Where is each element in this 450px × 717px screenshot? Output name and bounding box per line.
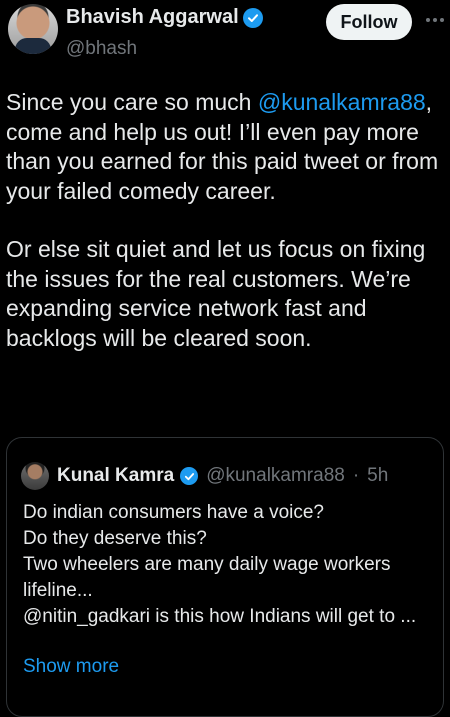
quoted-line: Do they deserve this? xyxy=(23,528,207,549)
quoted-tweet-header: Kunal Kamra @kunalkamra88 · 5h xyxy=(21,462,388,490)
more-options-icon[interactable] xyxy=(426,10,448,30)
tweet-text-segment: Since you care so much xyxy=(6,89,258,115)
tweet-paragraph-1: Since you care so much @kunalkamra88, co… xyxy=(6,88,446,206)
quoted-author-name[interactable]: Kunal Kamra xyxy=(57,465,174,487)
quoted-tweet-text: Do indian consumers have a voice? Do the… xyxy=(23,500,433,630)
tweet-header: Bhavish Aggarwal @bhash Follow xyxy=(0,0,450,80)
quoted-line: @nitin_gadkari is this how Indians will … xyxy=(23,606,417,627)
quoted-tweet-card[interactable]: Kunal Kamra @kunalkamra88 · 5h Do indian… xyxy=(6,437,444,717)
author-avatar[interactable] xyxy=(8,4,58,54)
verified-badge-icon xyxy=(180,467,199,485)
show-more-link[interactable]: Show more xyxy=(23,656,119,678)
quoted-author-avatar[interactable] xyxy=(21,462,49,490)
author-name-row: Bhavish Aggarwal xyxy=(66,6,263,29)
author-name[interactable]: Bhavish Aggarwal xyxy=(66,6,239,29)
tweet-paragraph-2: Or else sit quiet and let us focus on fi… xyxy=(6,236,426,351)
quoted-line: Two wheelers are many daily wage workers xyxy=(23,554,391,575)
mention-link[interactable]: @kunalkamra88 xyxy=(258,89,426,115)
meta-separator: · xyxy=(352,465,360,486)
follow-button[interactable]: Follow xyxy=(326,4,412,40)
quoted-line: Do indian consumers have a voice? xyxy=(23,502,325,523)
verified-badge-icon xyxy=(242,7,263,28)
quoted-line: lifeline... xyxy=(23,580,93,601)
quoted-author-handle[interactable]: @kunalkamra88 xyxy=(206,465,345,487)
author-handle[interactable]: @bhash xyxy=(66,38,137,60)
tweet-text: Since you care so much @kunalkamra88, co… xyxy=(6,88,446,353)
quoted-timestamp[interactable]: 5h xyxy=(367,465,388,487)
